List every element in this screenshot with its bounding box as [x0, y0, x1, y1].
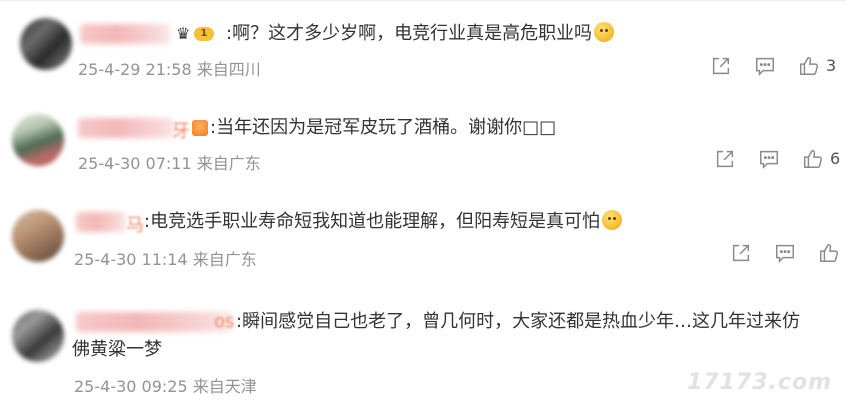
like-count: 3 — [826, 56, 837, 75]
avatar[interactable] — [12, 114, 64, 166]
comment-body: :当年还因为是冠军皮玩了酒桶。谢谢你□□ — [210, 117, 557, 138]
share-icon — [712, 57, 730, 75]
share-icon — [732, 244, 750, 262]
comment-body: :瞬间感觉自己也老了，曾几何时，大家还都是热血少年…这几年过来仿佛黄粱一梦 — [72, 311, 801, 360]
username-tail: 马 — [126, 215, 144, 236]
thumbs-up-icon — [820, 244, 839, 262]
like-button[interactable] — [798, 55, 820, 79]
emoji-icon — [594, 22, 615, 42]
username-redacted[interactable] — [78, 118, 174, 138]
crown-icon: ♛ — [176, 24, 191, 43]
comment-actions — [730, 242, 846, 266]
avatar[interactable] — [12, 210, 64, 262]
comment-icon — [776, 244, 794, 264]
comment-text: :电竞选手职业寿命短我知道也能理解，但阳寿短是真可怕 — [144, 208, 623, 236]
comment-text: :瞬间感觉自己也老了，曾几何时，大家还都是热血少年…这几年过来仿佛黄粱一梦 — [72, 308, 812, 364]
vip-badge: ♛ 1 — [176, 24, 216, 44]
share-button[interactable] — [730, 242, 752, 266]
share-icon — [716, 150, 734, 168]
comment-text: :当年还因为是冠军皮玩了酒桶。谢谢你□□ — [210, 114, 556, 142]
like-button[interactable] — [802, 148, 824, 172]
comment-meta: 25-4-30 11:14 来自广东 — [74, 250, 257, 269]
comment-icon — [760, 150, 778, 170]
comment-body: :啊？这才多少岁啊，电竞行业真是高危职业吗 — [226, 23, 593, 44]
comment-meta: 25-4-30 09:25 来自天津 — [74, 377, 257, 396]
avatar[interactable] — [20, 18, 72, 70]
comment-button[interactable] — [754, 55, 776, 79]
share-button[interactable] — [714, 148, 736, 172]
like-button[interactable] — [818, 242, 840, 266]
comment-button[interactable] — [774, 242, 796, 266]
username-tail: 牙 — [172, 121, 190, 142]
avatar[interactable] — [12, 310, 64, 362]
fan-badge-icon — [192, 120, 208, 136]
username-redacted[interactable] — [76, 212, 126, 232]
comment-item: 马 :电竞选手职业寿命短我知道也能理解，但阳寿短是真可怕 25-4-30 11:… — [0, 194, 846, 294]
comment-meta: 25-4-30 07:11 来自广东 — [78, 154, 261, 173]
thumbs-up-icon — [804, 150, 823, 168]
comment-item: ♛ 1 :啊？这才多少岁啊，电竞行业真是高危职业吗 25-4-29 21:58 … — [0, 0, 846, 96]
comment-text: :啊？这才多少岁啊，电竞行业真是高危职业吗 — [226, 20, 615, 48]
comment-meta: 25-4-29 21:58 来自四川 — [78, 60, 261, 79]
share-button[interactable] — [710, 55, 732, 79]
comment-actions: 6 — [714, 148, 844, 172]
thumbs-up-icon — [800, 57, 819, 75]
vip-level-badge: 1 — [194, 27, 214, 41]
comment-item: 牙 :当年还因为是冠军皮玩了酒桶。谢谢你□□ 25-4-30 07:11 来自广… — [0, 96, 846, 194]
username-redacted[interactable] — [80, 24, 170, 44]
comment-actions: 3 — [710, 55, 840, 79]
comment-body: :电竞选手职业寿命短我知道也能理解，但阳寿短是真可怕 — [144, 211, 601, 232]
emoji-icon — [602, 210, 623, 230]
comment-button[interactable] — [758, 148, 780, 172]
site-watermark: 17173.com — [687, 370, 832, 395]
comment-icon — [756, 57, 774, 77]
like-count: 6 — [830, 149, 841, 168]
